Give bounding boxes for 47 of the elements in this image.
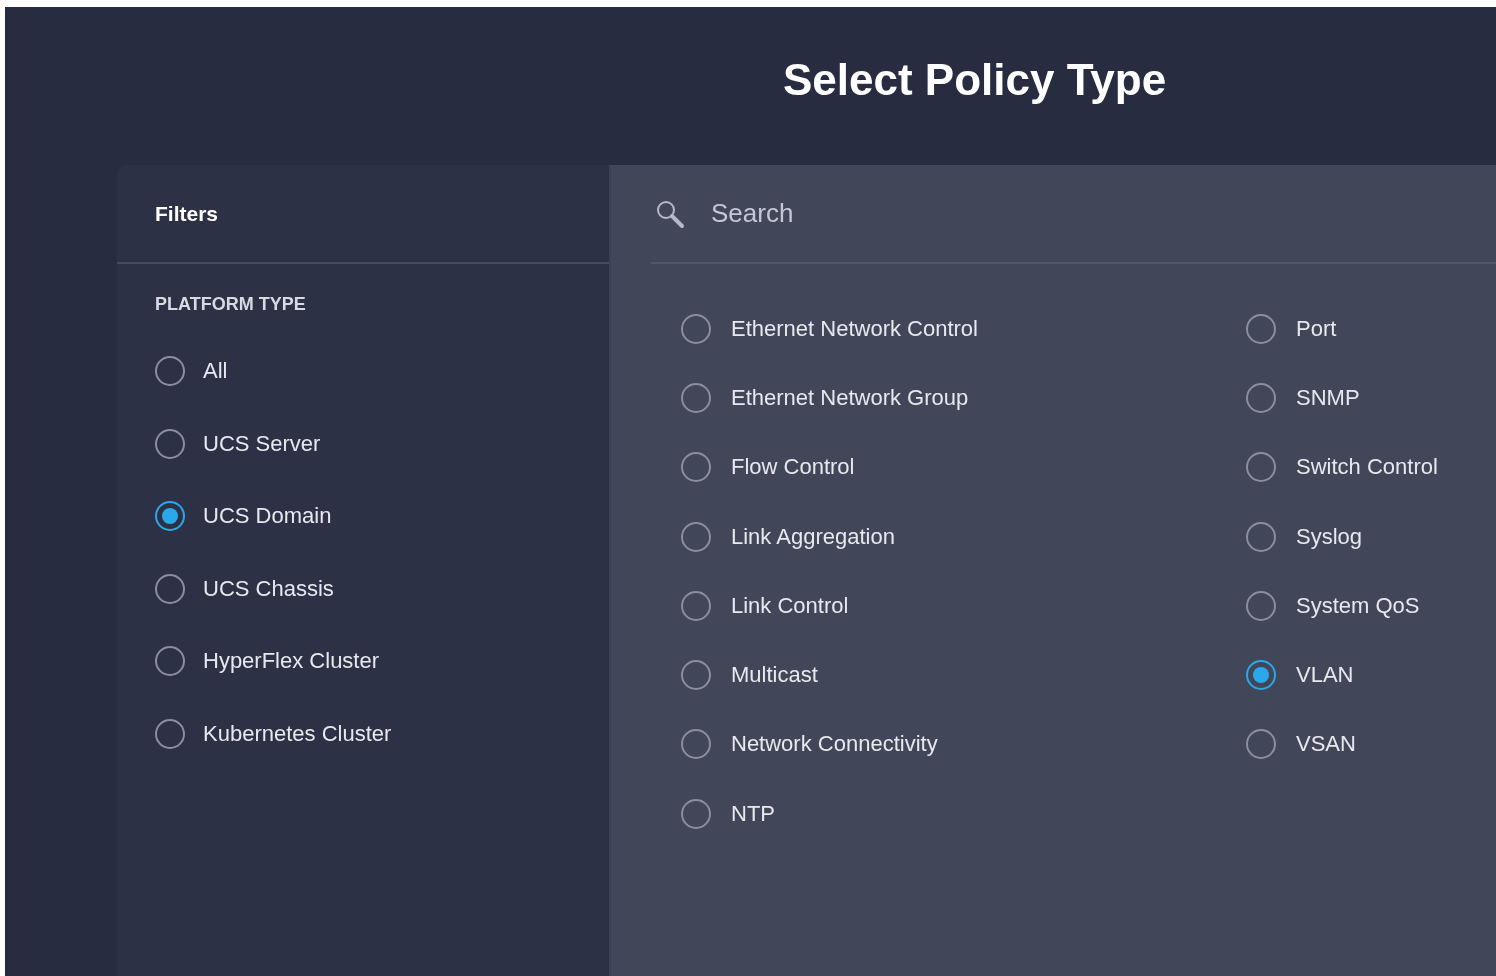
radio-button[interactable]	[1246, 313, 1276, 344]
policy-option[interactable]: VSAN	[1246, 709, 1356, 780]
platform-option[interactable]: UCS Chassis	[155, 552, 334, 625]
radio-button[interactable]	[1246, 590, 1276, 621]
radio-button[interactable]	[1246, 452, 1276, 483]
radio-button[interactable]	[1246, 729, 1276, 760]
policy-option[interactable]: Port	[1246, 294, 1337, 364]
radio-button[interactable]	[681, 313, 711, 344]
radio-button[interactable]	[681, 590, 711, 621]
radio-button[interactable]	[681, 452, 711, 483]
policy-option[interactable]: NTP	[681, 779, 775, 849]
policy-option[interactable]: Link Aggregation	[681, 501, 895, 572]
policy-option[interactable]: Multicast	[681, 640, 818, 710]
radio-button[interactable]	[155, 573, 185, 604]
radio-button[interactable]	[1246, 521, 1276, 552]
page-title: Select Policy Type	[783, 54, 1167, 106]
radio-button[interactable]	[155, 501, 185, 532]
filters-heading: Filters	[155, 201, 219, 226]
policy-option[interactable]: Ethernet Network Group	[681, 363, 969, 433]
platform-option[interactable]: All	[155, 335, 228, 408]
policy-option[interactable]: VLAN	[1246, 640, 1354, 710]
search-icon	[655, 198, 685, 229]
radio-button[interactable]	[681, 382, 711, 413]
radio-button[interactable]	[1246, 382, 1276, 413]
platform-option[interactable]: UCS Server	[155, 407, 321, 480]
radio-button[interactable]	[681, 660, 711, 691]
policy-option[interactable]: SNMP	[1246, 363, 1360, 433]
platform-option[interactable]: Kubernetes Cluster	[155, 697, 392, 770]
radio-button[interactable]	[681, 521, 711, 552]
policy-option[interactable]: Switch Control	[1246, 432, 1438, 502]
search-field[interactable]: Search	[711, 198, 1211, 229]
radio-button[interactable]	[1246, 660, 1276, 691]
radio-button[interactable]	[155, 356, 185, 387]
radio-button[interactable]	[681, 798, 711, 829]
radio-button[interactable]	[155, 646, 185, 677]
policy-option[interactable]: Network Connectivity	[681, 709, 938, 780]
policy-option[interactable]: Flow Control	[681, 432, 855, 502]
policy-option[interactable]: Link Control	[681, 571, 849, 641]
radio-button[interactable]	[155, 428, 185, 459]
radio-button[interactable]	[155, 718, 185, 749]
policy-option[interactable]: Syslog	[1246, 501, 1363, 572]
section-label: PLATFORM TYPE	[155, 294, 307, 315]
platform-option[interactable]: UCS Domain	[155, 480, 332, 553]
platform-option[interactable]: HyperFlex Cluster	[155, 625, 380, 698]
policy-option[interactable]: System QoS	[1246, 571, 1420, 641]
radio-button[interactable]	[681, 729, 711, 760]
policy-option[interactable]: Ethernet Network Control	[681, 294, 978, 364]
